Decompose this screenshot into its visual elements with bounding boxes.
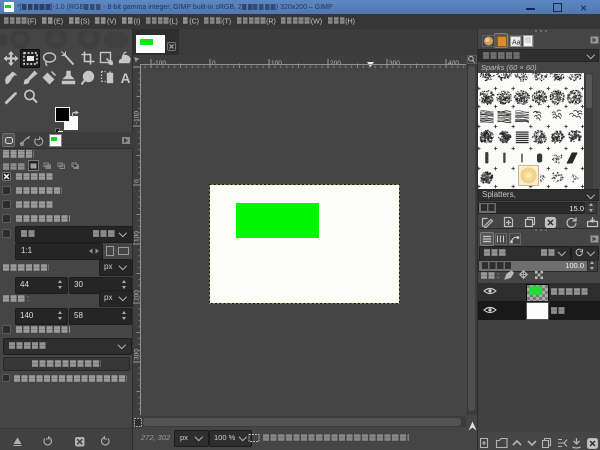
svg-text:Aa: Aa	[512, 40, 521, 47]
svg-text:A: A	[121, 71, 131, 86]
